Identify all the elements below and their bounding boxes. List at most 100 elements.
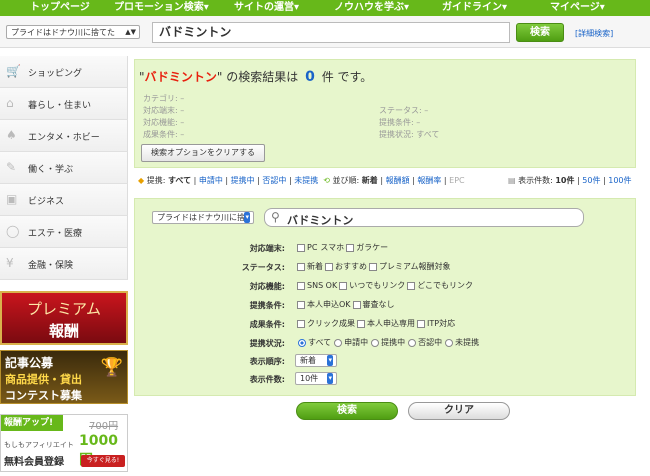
nav-site-management[interactable]: サイトの運営▾ [234,0,299,16]
result-prefix: の検索結果は [226,70,299,84]
no-review-checkbox[interactable] [352,300,361,309]
outcome-label: 成果条件: [249,320,285,329]
feature-sns-checkbox[interactable] [297,281,305,290]
sidebar-item-label: ショッピング [28,69,83,79]
itp-checkbox[interactable] [417,319,425,328]
options-site-select[interactable]: プライドはドナウ川に捨 ▾ [152,211,254,224]
partner-filter-none[interactable]: 未提携 [294,176,318,185]
device-feature-phone-checkbox[interactable] [346,243,355,252]
result-summary: "バドミントン" の検索結果は 0 件 です。 カテゴリ: – 対応端末: – … [134,59,636,168]
signup-banner-sub: もしもアフィリエイト [4,441,74,449]
feature-anywhere-link-checkbox[interactable] [407,281,416,290]
self-only-checkbox[interactable] [357,319,365,328]
meta-feature: 対応機能: – [143,118,185,127]
premium-banner-line1: プレミアム [27,300,101,318]
nav-mypage[interactable]: マイページ▾ [550,0,605,16]
status-recommend-checkbox[interactable] [325,262,333,271]
signup-banner[interactable]: 報酬アップ! 700円 もしもアフィリエイト 無料会員登録 1000円 今すぐ見… [0,414,128,472]
sidebar-item-label: ビジネス [28,197,65,207]
sort-reward-rate[interactable]: 報酬率 [417,176,441,185]
partner-filter-rejected[interactable]: 否認中 [262,176,286,185]
nav-guidelines[interactable]: ガイドライン▾ [442,0,507,16]
nav-promotion-search[interactable]: プロモーション検索▾ [114,0,209,16]
status-new-checkbox[interactable] [297,262,305,271]
site-select[interactable]: プライドはドナウ川に捨てた ▲▼ [6,25,140,39]
count-select[interactable]: 10件 ▾ [295,372,337,385]
nav-learn[interactable]: ノウハウを学ぶ▾ [334,0,409,16]
options-search-input[interactable]: ⚲ バドミントン [264,208,584,227]
sort-new[interactable]: 新着 [362,176,378,185]
sidebar-item-label: 金融・保険 [28,261,74,271]
cart-icon: 🛒 [6,64,21,78]
search-options-panel: プライドはドナウ川に捨 ▾ ⚲ バドミントン 対応端末: PC スマホ ガラケー… [134,198,636,396]
partner-filter-active[interactable]: 提携中 [231,176,255,185]
order-select-value: 新着 [300,356,316,365]
partner-filter-pending[interactable]: 申請中 [199,176,223,185]
self-apply-checkbox[interactable] [297,300,305,309]
order-select[interactable]: 新着 ▾ [295,354,337,367]
meta-status: ステータス: – [379,106,429,115]
list-icon: ▤ [508,176,516,185]
chevron-down-icon: ▾ [244,212,250,223]
page-size-100[interactable]: 100件 [608,176,631,185]
premium-reward-banner[interactable]: プレミアム 報酬 [0,291,128,345]
sidebar-item-work[interactable]: ✎ 働く・学ぶ [0,152,128,184]
sidebar-item-finance[interactable]: ¥ 金融・保険 [0,248,128,280]
partner-status-options: すべて 申請中 提携中 否認中 未提携 [295,337,479,348]
briefcase-icon: ▣ [6,192,18,206]
search-input[interactable]: バドミントン [152,22,510,43]
chevron-down-icon: ▲▼ [125,28,136,36]
sort-label: 並び順: [332,176,360,185]
contest-banner-line1: 記事公募 [5,356,54,370]
partner-status-active-radio[interactable] [371,338,380,347]
sidebar-item-shopping[interactable]: 🛒 ショッピング [0,56,128,88]
feature-anytime-link-checkbox[interactable] [339,281,348,290]
result-query: バドミントン [144,70,217,84]
options-site-select-value: プライドはドナウ川に捨 [157,213,245,222]
partner-condition-label: 提携条件: [249,301,285,310]
partner-status-pending-radio[interactable] [334,338,343,347]
click-outcome-checkbox[interactable] [297,319,305,328]
piggybank-icon: ¥ [6,256,14,270]
device-options: PC スマホ ガラケー [295,242,388,253]
page-size-group: ▤ 表示件数: 10件 | 50件 | 100件 [508,176,632,185]
feature-label: 対応機能: [249,282,285,291]
premium-banner-line2: 報酬 [48,322,79,340]
category-sidebar: 🛒 ショッピング ⌂ 暮らし・住まい ♠ エンタメ・ホビー ✎ 働く・学ぶ ▣ ビジネス … [0,56,128,280]
meta-outcome: 成果条件: – [143,130,185,139]
chevron-down-icon: ▾ [327,355,333,366]
device-pc-checkbox[interactable] [297,243,305,252]
cards-icon: ♠ [6,128,17,142]
top-nav: トップページ プロモーション検索▾ サイトの運営▾ ノウハウを学ぶ▾ ガイドライ… [0,0,650,16]
partner-status-rejected-radio[interactable] [408,338,417,347]
sort-epc[interactable]: EPC [449,176,464,185]
page-size-10[interactable]: 10件 [555,176,574,185]
advanced-search-link[interactable]: [詳細検索] [575,28,613,39]
outcome-options: クリック成果 本人申込専用 ITP対応 [295,318,455,329]
count-label: 表示件数: [249,375,285,384]
nav-home[interactable]: トップページ [30,0,90,16]
filter-bar: ◆ 提携: すべて | 申請中 | 提携中 | 否認中 | 未提携 ⟲ 並び順:… [138,176,632,185]
clear-options-button[interactable]: 検索オプションをクリアする [141,144,265,162]
page-size-label: 表示件数: [518,176,553,185]
handshake-icon: ◆ [138,176,145,185]
sort-reward-amount[interactable]: 報酬額 [386,176,410,185]
feature-options: SNS OK いつでもリンク どこでもリンク [295,280,473,291]
page-size-50[interactable]: 50件 [582,176,600,185]
sidebar-item-living[interactable]: ⌂ 暮らし・住まい [0,88,128,120]
contest-banner[interactable]: 記事公募 商品提供・貸出 コンテスト募集 🏆 [0,350,128,404]
partner-status-none-radio[interactable] [445,338,454,347]
signup-banner-old-price: 700円 [89,421,119,432]
search-button[interactable]: 検索 [516,23,564,42]
sidebar-item-label: 働く・学ぶ [28,165,74,175]
sidebar-item-business[interactable]: ▣ ビジネス [0,184,128,216]
partner-status-all-radio[interactable] [298,338,306,347]
partner-filter-all[interactable]: すべて [168,176,191,185]
options-clear-button[interactable]: クリア [408,402,510,420]
sidebar-item-entertainment[interactable]: ♠ エンタメ・ホビー [0,120,128,152]
options-search-button[interactable]: 検索 [296,402,398,420]
sort-icon: ⟲ [323,176,330,185]
status-premium-checkbox[interactable] [369,262,377,271]
trophy-icon: 🏆 [100,357,123,378]
sidebar-item-beauty[interactable]: ◯ エステ・医療 [0,216,128,248]
